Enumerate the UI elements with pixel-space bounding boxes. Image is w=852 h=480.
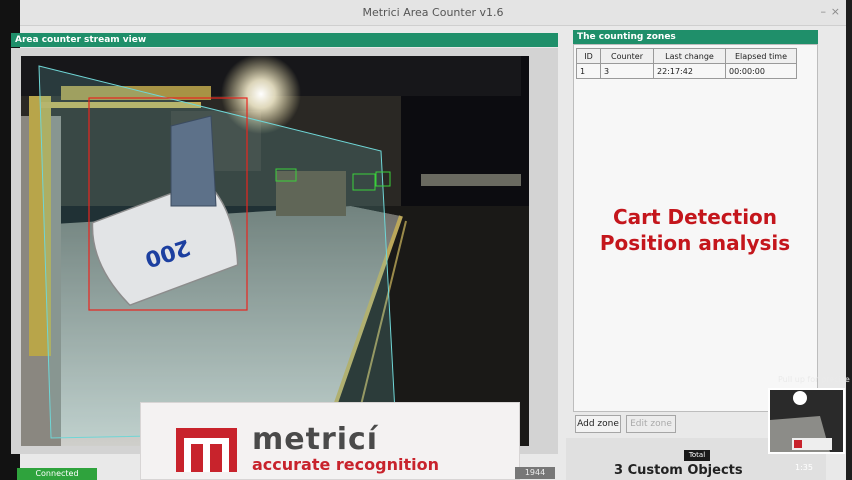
- cell-last-change: 22:17:42: [653, 63, 726, 79]
- camera-feed: 200: [21, 56, 529, 446]
- table-row[interactable]: 1 3 22:17:42 00:00:00: [576, 63, 797, 79]
- edit-zone-button[interactable]: Edit zone: [626, 415, 676, 433]
- logo-bars-icon: [184, 438, 229, 472]
- col-counter[interactable]: Counter: [600, 48, 654, 64]
- cell-elapsed: 00:00:00: [725, 63, 797, 79]
- cell-counter: 3: [600, 63, 654, 79]
- zones-panel-title: The counting zones: [573, 30, 818, 44]
- logo-tagline: accurate recognition: [252, 455, 439, 474]
- thumbnail-scene: [770, 390, 843, 452]
- video-time: 1:35: [795, 463, 813, 472]
- col-id[interactable]: ID: [576, 48, 601, 64]
- cell-id: 1: [576, 63, 601, 79]
- stream-view: 200: [11, 48, 558, 454]
- connection-status: Connected: [17, 468, 97, 480]
- total-badge: Total: [684, 450, 710, 461]
- overlay-caption: Cart Detection Position analysis: [578, 204, 812, 256]
- overlay-line-2: Position analysis: [599, 231, 791, 255]
- minimize-icon[interactable]: –: [821, 5, 827, 18]
- preview-hint: Pull up for precise: [778, 375, 850, 384]
- add-zone-button[interactable]: Add zone: [575, 415, 621, 433]
- frame-label: 1944: [515, 467, 555, 479]
- title-bar: Metrici Area Counter v1.6 – ×: [20, 0, 846, 26]
- close-icon[interactable]: ×: [831, 5, 840, 18]
- col-elapsed-time[interactable]: Elapsed time: [725, 48, 797, 64]
- logo-icon: [176, 428, 237, 472]
- preview-thumbnail[interactable]: [768, 388, 845, 454]
- window-title: Metrici Area Counter v1.6: [362, 6, 504, 19]
- stream-panel-title: Area counter stream view: [11, 33, 558, 47]
- table-header-row: ID Counter Last change Elapsed time: [576, 48, 797, 64]
- zones-table: ID Counter Last change Elapsed time 1 3 …: [576, 48, 797, 79]
- camera-scene: 200: [21, 56, 529, 446]
- col-last-change[interactable]: Last change: [653, 48, 726, 64]
- logo-wordmark: metricí: [252, 422, 379, 457]
- overlay-line-1: Cart Detection: [612, 205, 778, 229]
- total-summary: 3 Custom Objects: [614, 463, 743, 478]
